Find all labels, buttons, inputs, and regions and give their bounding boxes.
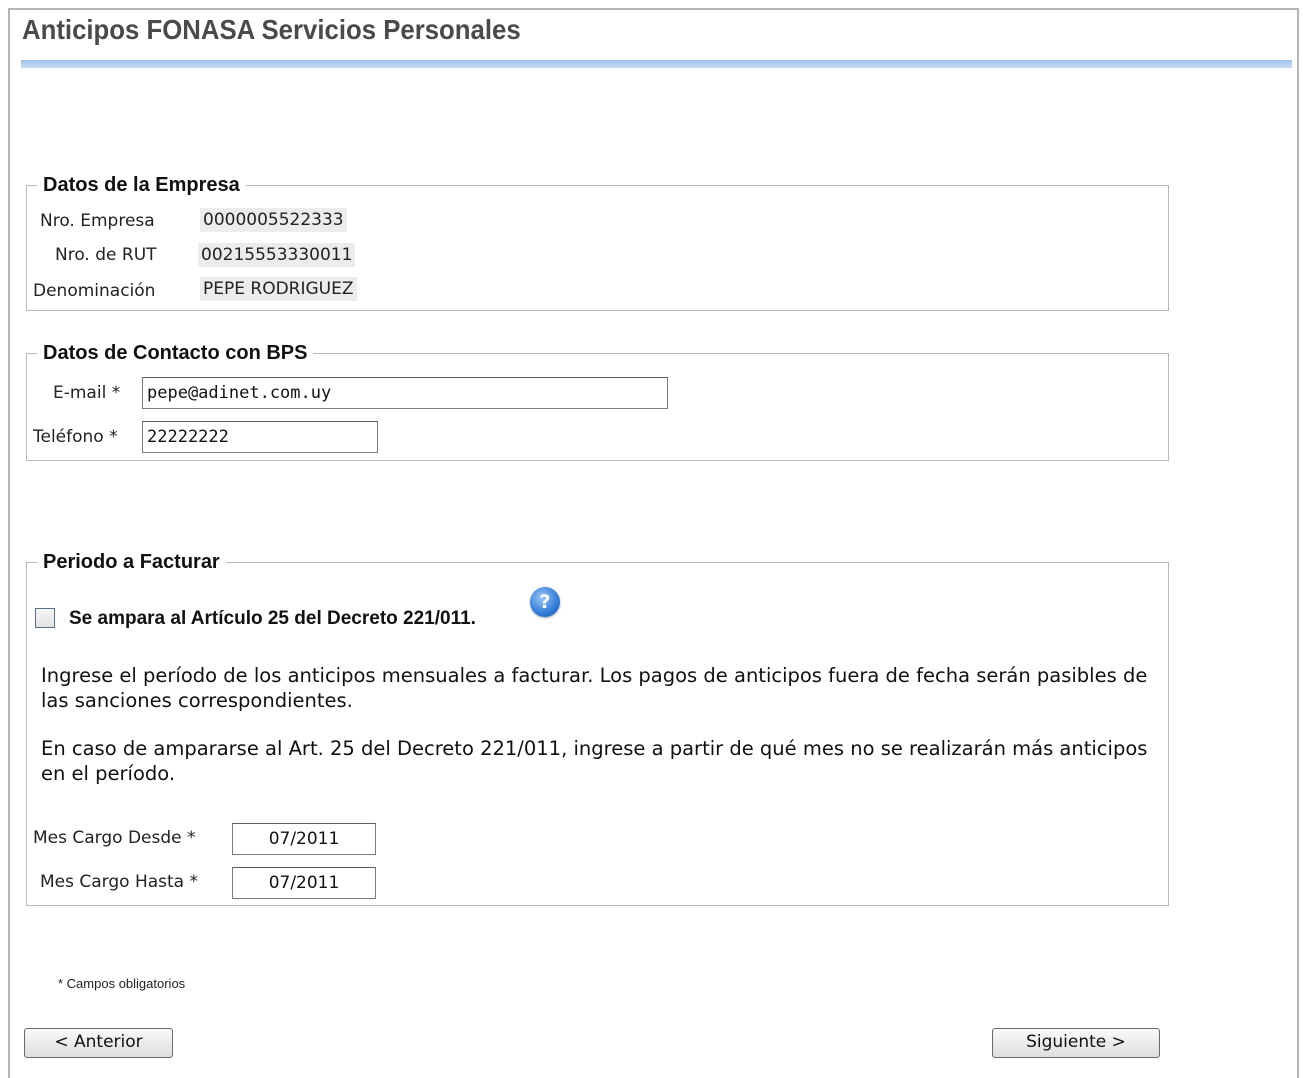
telefono-label: Teléfono * — [33, 427, 118, 447]
page-frame — [8, 8, 1299, 1078]
email-field[interactable] — [142, 377, 668, 409]
email-label: E-mail * — [53, 383, 121, 403]
empresa-legend: Datos de la Empresa — [43, 174, 240, 196]
denominacion-value: PEPE RODRIGUEZ — [200, 277, 357, 301]
articulo25-checkbox[interactable] — [35, 608, 55, 628]
periodo-section: Periodo a Facturar — [26, 551, 1169, 906]
rut-value: 00215553330011 — [198, 243, 356, 267]
contacto-legend: Datos de Contacto con BPS — [43, 342, 308, 364]
nro-empresa-label: Nro. Empresa — [40, 211, 155, 231]
help-icon[interactable]: ? — [530, 587, 560, 617]
next-button[interactable]: Siguiente > — [992, 1028, 1160, 1058]
articulo25-instructions: En caso de ampararse al Art. 25 del Decr… — [41, 737, 1148, 785]
mes-desde-label: Mes Cargo Desde * — [33, 828, 196, 848]
periodo-instructions: Ingrese el período de los anticipos mens… — [41, 664, 1148, 712]
previous-button[interactable]: < Anterior — [24, 1028, 173, 1058]
telefono-field[interactable] — [142, 421, 378, 453]
mes-desde-field[interactable] — [232, 823, 376, 855]
articulo25-label[interactable]: Se ampara al Artículo 25 del Decreto 221… — [69, 608, 476, 630]
title-divider — [21, 60, 1292, 68]
required-fields-note: * Campos obligatorios — [58, 976, 186, 991]
periodo-legend: Periodo a Facturar — [43, 551, 220, 573]
denominacion-label: Denominación — [33, 281, 156, 301]
mes-hasta-field[interactable] — [232, 867, 376, 899]
mes-hasta-label: Mes Cargo Hasta * — [40, 872, 199, 892]
page-title: Anticipos FONASA Servicios Personales — [22, 14, 521, 45]
nro-empresa-value: 0000005522333 — [200, 208, 347, 232]
rut-label: Nro. de RUT — [55, 245, 157, 265]
